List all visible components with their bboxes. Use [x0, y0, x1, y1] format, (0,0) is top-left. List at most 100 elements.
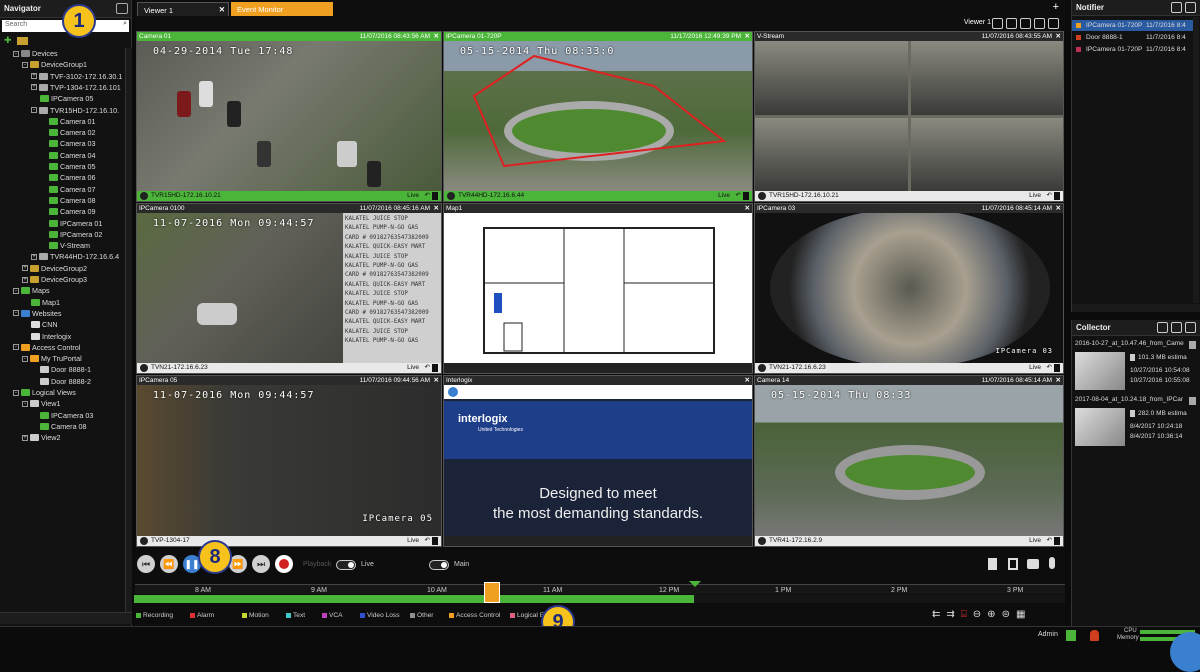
undo-icon[interactable]: ↶	[1047, 363, 1052, 373]
video-feed[interactable]	[755, 208, 1063, 368]
tree-item[interactable]: CNN	[31, 319, 58, 330]
navigator-scrollbar[interactable]	[125, 48, 132, 612]
tree-item[interactable]: - TVR15HD-172.16.10.	[31, 105, 119, 116]
tree-item[interactable]: Camera 09	[49, 206, 96, 217]
lock-icon[interactable]	[1006, 18, 1017, 29]
tree-item[interactable]: Camera 07	[49, 184, 96, 195]
expand-icon[interactable]: -	[31, 107, 37, 113]
tree-item[interactable]: Camera 06	[49, 172, 96, 183]
video-feed[interactable]: interlogix United Technologies Designed to…	[444, 385, 752, 536]
legend-item[interactable]: Motion	[242, 612, 269, 619]
tree-item[interactable]: + DeviceGroup3	[22, 274, 87, 285]
undo-icon[interactable]: ↶	[1047, 536, 1052, 546]
tree-item[interactable]: V-Stream	[49, 240, 90, 251]
tree-item[interactable]: + TVP-1304-172.16.101	[31, 82, 121, 93]
plus-icon[interactable]: ⊕	[987, 609, 995, 620]
add-icon[interactable]: ✚	[4, 35, 12, 47]
tree-item[interactable]: IPCamera 05	[40, 93, 93, 104]
tree-item[interactable]: Map1	[31, 297, 60, 308]
navigator-menu-icon[interactable]	[116, 3, 128, 14]
tree-item[interactable]: Interlogix	[31, 331, 71, 342]
alarm-icon[interactable]	[1090, 630, 1099, 641]
expand-icon[interactable]: -	[13, 50, 19, 57]
playhead-bookmark-icon[interactable]	[484, 582, 500, 603]
notifier-hscrollbar[interactable]	[1072, 304, 1200, 312]
skip-end-button[interactable]: ⏭	[252, 555, 270, 573]
tree-item[interactable]: Door 8888-2	[40, 376, 91, 387]
delete-icon[interactable]	[1189, 397, 1196, 405]
video-tile[interactable]: IPCamera 05 11/07/2016 09:44:56 AM ✕ 11-07-…	[136, 375, 442, 547]
video-feed[interactable]	[444, 41, 752, 191]
layout-icon[interactable]	[992, 18, 1003, 29]
video-tile[interactable]: IPCamera 01-720P 11/17/2016 12:49:39 PM ✕ 0…	[443, 31, 753, 202]
clip-icon[interactable]	[1008, 558, 1018, 570]
clip-thumbnail[interactable]	[1075, 352, 1125, 390]
tree-item[interactable]: + DeviceGroup2	[22, 263, 87, 274]
tree-item[interactable]: Camera 04	[49, 150, 96, 161]
tree-item[interactable]: + TVF-3102-172.16.30.1	[31, 71, 122, 82]
bookmark-icon[interactable]	[432, 537, 438, 545]
bookmark-icon[interactable]	[988, 558, 997, 570]
legend-item[interactable]: VCA	[322, 612, 343, 619]
bookmark-icon[interactable]	[432, 364, 438, 372]
bookmark-icon[interactable]	[1054, 364, 1060, 372]
bookmark-icon[interactable]	[432, 192, 438, 200]
tree-item[interactable]: + TVR44HD-172.16.6.4	[31, 251, 119, 262]
video-tile[interactable]: Map1 ✕	[443, 203, 753, 374]
expand-icon[interactable]: -	[13, 389, 19, 396]
check-icon[interactable]	[1020, 18, 1031, 29]
tree-item[interactable]: IPCamera 03	[40, 410, 93, 421]
tree-item[interactable]: Camera 05	[49, 161, 96, 172]
tree-item[interactable]: Camera 03	[49, 138, 96, 149]
main-stream-toggle[interactable]	[429, 560, 449, 570]
video-feed[interactable]	[137, 41, 441, 191]
minus-icon[interactable]: ⊖	[973, 609, 981, 620]
legend-item[interactable]: Recording	[136, 612, 173, 619]
video-feed[interactable]	[444, 213, 752, 363]
rewind-button[interactable]: ⏪	[160, 555, 178, 573]
expand-icon[interactable]: -	[22, 355, 28, 362]
grid-icon[interactable]	[1048, 18, 1059, 29]
tree-item[interactable]: IPCamera 01	[49, 218, 102, 229]
legend-item[interactable]: Other	[410, 612, 434, 619]
navigator-hscrollbar[interactable]	[0, 612, 132, 624]
video-feed[interactable]	[755, 41, 1063, 191]
tree-item[interactable]: Door 8888-1	[40, 364, 91, 375]
zoom-out-arrows-icon[interactable]: ⇇	[932, 609, 940, 620]
undo-icon[interactable]: ↶	[1047, 191, 1052, 201]
video-feed[interactable]: KALATEL JUICE STOP KALATEL PUMP-N-GO GAS C…	[137, 213, 441, 363]
add-tab-icon[interactable]: +	[1053, 1, 1059, 13]
clip-thumbnail[interactable]	[1075, 408, 1125, 446]
record-button[interactable]	[275, 555, 293, 573]
close-icon[interactable]: ✕	[745, 204, 750, 213]
expand-icon[interactable]: +	[31, 73, 37, 80]
notifier-row[interactable]: IPCamera 01-720P 11/7/2016 8:4	[1072, 20, 1194, 31]
close-icon[interactable]: ✕	[745, 32, 750, 41]
undo-icon[interactable]: ↶	[425, 191, 430, 201]
video-tile[interactable]: Camera 14 11/07/2016 08:45:14 AM ✕ 05-15-20…	[754, 375, 1064, 547]
search-icon[interactable]: ⌕	[123, 20, 127, 28]
notifier-row[interactable]: IPCamera 01-720P 11/7/2016 8:4	[1072, 44, 1194, 55]
snapshot-icon[interactable]	[1027, 559, 1039, 569]
live-toggle[interactable]	[336, 560, 356, 570]
video-tile[interactable]: interlogix United Technologies Designed to…	[443, 375, 753, 547]
expand-icon[interactable]: -	[22, 400, 28, 407]
menu-icon[interactable]	[1185, 322, 1196, 333]
close-icon[interactable]: ✕	[1056, 204, 1061, 213]
tree-item[interactable]: - Logical Views	[13, 387, 76, 398]
tree-item[interactable]: IPCamera 02	[49, 229, 102, 240]
video-tile[interactable]: IPCamera 03 11/07/2016 08:45:14 AM ✕ IPCame…	[754, 203, 1064, 374]
tree-item[interactable]: Camera 01	[49, 116, 96, 127]
collector-item[interactable]: 2017-08-04_at_10.24.18_from_IPCar 282.0 M…	[1072, 396, 1200, 450]
video-tile[interactable]: V-Stream 11/07/2016 08:43:55 AM ✕ TVR15HD-1…	[754, 31, 1064, 202]
tree-item[interactable]: - View1	[22, 398, 60, 409]
export-icon[interactable]	[1157, 322, 1168, 333]
undo-icon[interactable]: ↶	[736, 191, 741, 201]
legend-item[interactable]: Alarm	[190, 612, 214, 619]
bookmark-icon[interactable]	[1054, 537, 1060, 545]
fullscreen-icon[interactable]	[1034, 18, 1045, 29]
delete-icon[interactable]	[1189, 341, 1196, 349]
check-icon[interactable]	[1171, 322, 1182, 333]
tree-item[interactable]: - Devices	[13, 48, 58, 59]
folder-icon[interactable]	[16, 37, 28, 45]
